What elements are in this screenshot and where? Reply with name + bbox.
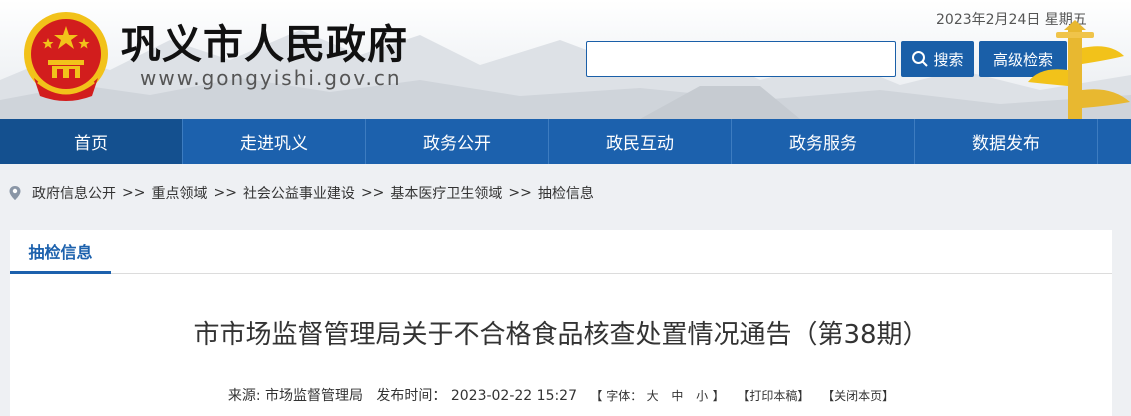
nav-item-about[interactable]: 走进巩义 — [183, 119, 366, 164]
breadcrumb: 政府信息公开 >> 重点领域 >> 社会公益事业建设 >> 基本医疗卫生领域 >… — [8, 182, 594, 204]
site-url: www.gongyishi.gov.cn — [140, 66, 402, 90]
article-meta: 来源: 市场监督管理局 发布时间： 2023-02-22 15:27 【 字体：… — [10, 385, 1112, 405]
nav-item-interaction[interactable]: 政民互动 — [549, 119, 732, 164]
close-page-link[interactable]: 【关闭本页】 — [822, 389, 894, 403]
breadcrumb-separator: >> — [508, 185, 532, 201]
search-input[interactable] — [586, 41, 896, 77]
breadcrumb-item-inspection[interactable]: 抽检信息 — [538, 183, 594, 203]
font-size-small[interactable]: 小 — [696, 389, 708, 403]
article-title: 市市场监督管理局关于不合格食品核查处置情况通告（第38期） — [193, 320, 929, 350]
breadcrumb-item-key-areas[interactable]: 重点领域 — [151, 183, 207, 203]
print-link[interactable]: 【打印本稿】 — [737, 389, 809, 403]
nav-item-services[interactable]: 政务服务 — [732, 119, 915, 164]
content-panel: 抽检信息 市市场监督管理局关于不合格食品核查处置情况通告（第38期） 来源: 市… — [10, 230, 1112, 416]
breadcrumb-item-public-welfare[interactable]: 社会公益事业建设 — [243, 183, 355, 203]
source-value: 市场监督管理局 — [265, 388, 364, 404]
font-size-close: 】 — [712, 389, 725, 403]
publish-time: 2023-02-22 15:27 — [450, 388, 578, 404]
huabiao-pillar-decoration — [1028, 20, 1130, 119]
breadcrumb-item-gov-info[interactable]: 政府信息公开 — [32, 183, 116, 203]
nav-item-data-release[interactable]: 数据发布 — [915, 119, 1098, 164]
breadcrumb-separator: >> — [360, 185, 385, 201]
location-pin-icon — [9, 186, 21, 200]
source-label: 来源: — [227, 388, 261, 404]
nav-item-government-affairs[interactable]: 政务公开 — [366, 119, 549, 164]
breadcrumb-separator: >> — [213, 185, 237, 201]
panel-header: 抽检信息 — [10, 230, 1112, 274]
font-size-medium[interactable]: 中 — [671, 389, 683, 403]
breadcrumb-item-healthcare[interactable]: 基本医疗卫生领域 — [390, 183, 502, 203]
search-button[interactable]: 搜索 — [901, 41, 974, 77]
nav-item-home[interactable]: 首页 — [0, 119, 183, 164]
tab-inspection-info[interactable]: 抽检信息 — [10, 230, 111, 274]
font-size-label: 【 字体： — [590, 389, 643, 403]
site-title: 巩义市人民政府 — [121, 22, 408, 68]
breadcrumb-separator: >> — [122, 185, 146, 201]
publish-label: 发布时间： — [376, 388, 447, 404]
search-button-label: 搜索 — [933, 50, 964, 69]
font-size-large[interactable]: 大 — [647, 389, 659, 403]
search-icon — [912, 51, 929, 67]
national-emblem-icon — [24, 12, 108, 101]
main-nav: 首页 走进巩义 政务公开 政民互动 政务服务 数据发布 — [0, 119, 1131, 164]
site-header: 巩义市人民政府 www.gongyishi.gov.cn 2023年2月24日 … — [0, 0, 1131, 119]
